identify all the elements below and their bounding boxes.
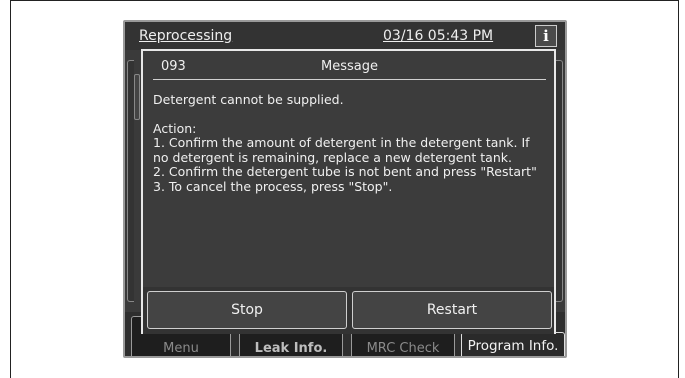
menu-button-label: Menu <box>163 341 199 356</box>
restart-button[interactable]: Restart <box>352 291 552 329</box>
program-info-button-label: Program Info. <box>467 338 559 354</box>
background-tab-edge <box>134 74 140 120</box>
background-panel-right-edge <box>556 60 563 302</box>
dialog-body: Detergent cannot be supplied. Action: 1.… <box>153 92 548 194</box>
info-icon: i <box>543 26 549 45</box>
screen-datetime: 03/16 05:43 PM <box>383 28 494 44</box>
program-info-button[interactable]: Program Info. <box>461 332 565 356</box>
screen-header: Reprocessing 03/16 05:43 PM i <box>125 22 565 50</box>
mrc-check-button-label: MRC Check <box>366 341 440 356</box>
stop-button[interactable]: Stop <box>147 291 347 329</box>
dialog-title: Message <box>321 59 378 74</box>
error-message: Detergent cannot be supplied. <box>153 92 344 107</box>
info-button[interactable]: i <box>535 25 557 47</box>
action-step-1: 1. Confirm the amount of detergent in th… <box>153 135 530 165</box>
restart-button-label: Restart <box>426 302 478 318</box>
dialog-header: 093 Message <box>153 57 546 80</box>
screen-title: Reprocessing <box>139 28 233 44</box>
action-heading: Action: <box>153 120 197 136</box>
action-step-2: 2. Confirm the detergent tube is not ben… <box>153 164 537 179</box>
background-panel-left-edge <box>127 60 134 302</box>
leak-info-button-label: Leak Info. <box>254 341 328 356</box>
action-step-3: 3. To cancel the process, press "Stop". <box>153 178 393 194</box>
message-dialog: 093 Message Detergent cannot be supplied… <box>141 49 556 334</box>
dialog-footer: Stop Restart <box>143 287 554 334</box>
stop-button-label: Stop <box>231 302 263 318</box>
